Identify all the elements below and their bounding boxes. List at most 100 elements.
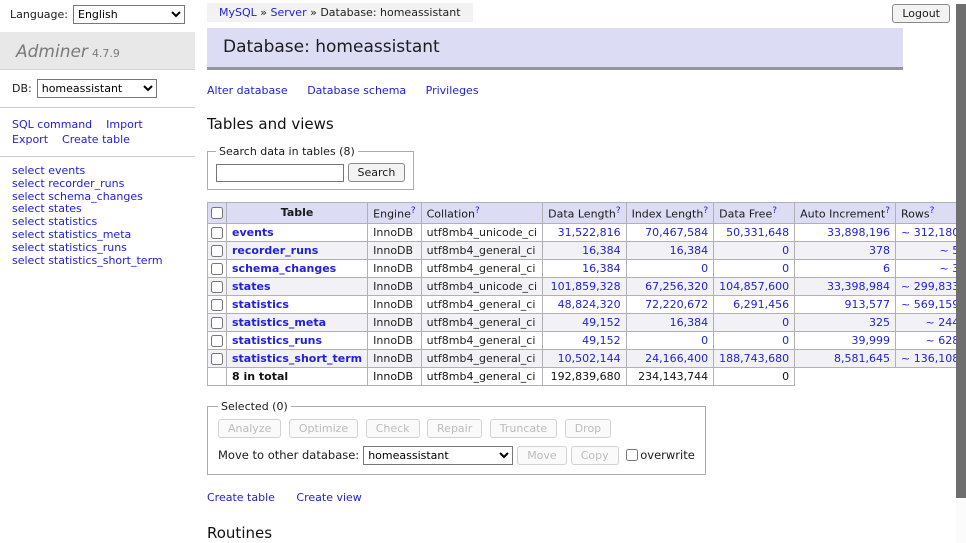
index-length-link[interactable]: 70,467,584 xyxy=(645,226,708,239)
index-length-link[interactable]: 16,384 xyxy=(670,316,709,329)
row-checkbox[interactable] xyxy=(211,263,223,275)
data-length-link[interactable]: 16,384 xyxy=(582,262,621,275)
data-length-link[interactable]: 16,384 xyxy=(582,244,621,257)
table-name-link[interactable]: schema_changes xyxy=(232,262,336,275)
collation-help-link[interactable]: ? xyxy=(475,206,480,216)
index-length-help-link[interactable]: ? xyxy=(703,206,708,216)
rows-link[interactable]: ~ 312,180 xyxy=(901,226,959,239)
index-length-link[interactable]: 72,220,672 xyxy=(645,298,708,311)
sidebar-select-link[interactable]: select xyxy=(12,228,45,241)
data-free-link[interactable]: 0 xyxy=(782,244,789,257)
sidebar-select-link[interactable]: select xyxy=(12,164,45,177)
table-name-link[interactable]: events xyxy=(232,226,274,239)
sidebar-table-link[interactable]: recorder_runs xyxy=(48,177,124,190)
data-length-link[interactable]: 48,824,320 xyxy=(558,298,621,311)
sidebar-table-link[interactable]: statistics xyxy=(48,215,97,228)
data-free-link[interactable]: 50,331,648 xyxy=(726,226,789,239)
auto-increment-link[interactable]: 378 xyxy=(869,244,890,257)
auto-increment-link[interactable]: 913,577 xyxy=(845,298,891,311)
rows-link[interactable]: ~ 299,833 xyxy=(901,280,959,293)
sidebar-table-link[interactable]: states xyxy=(48,202,82,215)
auto-increment-link[interactable]: 6 xyxy=(883,262,890,275)
auto-increment-link[interactable]: 325 xyxy=(869,316,890,329)
table-name-link[interactable]: recorder_runs xyxy=(232,244,318,257)
sidebar-select-link[interactable]: select xyxy=(12,190,45,203)
db-select[interactable]: homeassistant xyxy=(37,79,157,98)
engine-help-link[interactable]: ? xyxy=(411,206,416,216)
data-length-link[interactable]: 49,152 xyxy=(582,316,621,329)
row-checkbox[interactable] xyxy=(211,227,223,239)
sidebar-table-link[interactable]: schema_changes xyxy=(48,190,143,203)
data-free-link[interactable]: 6,291,456 xyxy=(733,298,789,311)
table-name-link[interactable]: statistics xyxy=(232,298,289,311)
rows-link[interactable]: ~ 244 xyxy=(925,316,959,329)
language-select[interactable]: English xyxy=(73,5,185,24)
sidebar-select-link[interactable]: select xyxy=(12,241,45,254)
create-table-link[interactable]: Create table xyxy=(207,491,275,504)
drop-button[interactable]: Drop xyxy=(565,419,611,438)
auto-increment-help-link[interactable]: ? xyxy=(885,206,890,216)
table-name-link[interactable]: states xyxy=(232,280,271,293)
sidebar-select-link[interactable]: select xyxy=(12,202,45,215)
breadcrumb-server-link[interactable]: Server xyxy=(271,6,307,19)
search-input[interactable] xyxy=(216,164,344,182)
rows-link[interactable]: ~ 136,108 xyxy=(901,352,959,365)
sidebar-link-create-table[interactable]: Create table xyxy=(62,133,130,146)
index-length-link[interactable]: 0 xyxy=(701,334,708,347)
truncate-button[interactable]: Truncate xyxy=(490,419,557,438)
index-length-link[interactable]: 24,166,400 xyxy=(645,352,708,365)
auto-increment-link[interactable]: 8,581,645 xyxy=(834,352,890,365)
sidebar-table-link[interactable]: statistics_runs xyxy=(48,241,127,254)
row-checkbox[interactable] xyxy=(211,245,223,257)
row-checkbox[interactable] xyxy=(211,353,223,365)
data-free-link[interactable]: 0 xyxy=(782,262,789,275)
sidebar-select-link[interactable]: select xyxy=(12,177,45,190)
overwrite-checkbox[interactable] xyxy=(626,449,638,461)
data-length-help-link[interactable]: ? xyxy=(616,206,621,216)
scrollbar-thumb[interactable] xyxy=(956,4,966,498)
index-length-link[interactable]: 16,384 xyxy=(670,244,709,257)
data-length-link[interactable]: 10,502,144 xyxy=(558,352,621,365)
repair-button[interactable]: Repair xyxy=(427,419,482,438)
auto-increment-link[interactable]: 33,898,196 xyxy=(827,226,890,239)
alter-database-link[interactable]: Alter database xyxy=(207,84,288,97)
row-checkbox[interactable] xyxy=(211,335,223,347)
rows-link[interactable]: ~ 569,159 xyxy=(901,298,959,311)
create-view-link[interactable]: Create view xyxy=(296,491,361,504)
data-free-link[interactable]: 104,857,600 xyxy=(719,280,789,293)
check-button[interactable]: Check xyxy=(366,419,420,438)
sidebar-table-link[interactable]: statistics_meta xyxy=(48,228,131,241)
breadcrumb-mysql-link[interactable]: MySQL xyxy=(219,6,257,19)
sidebar-select-link[interactable]: select xyxy=(12,254,45,267)
auto-increment-link[interactable]: 39,999 xyxy=(852,334,891,347)
select-all-checkbox[interactable] xyxy=(211,207,223,219)
rows-help-link[interactable]: ? xyxy=(930,206,935,216)
row-checkbox[interactable] xyxy=(211,299,223,311)
database-schema-link[interactable]: Database schema xyxy=(307,84,406,97)
table-name-link[interactable]: statistics_short_term xyxy=(232,352,362,365)
data-free-help-link[interactable]: ? xyxy=(772,206,777,216)
sidebar-link-export[interactable]: Export xyxy=(12,133,48,146)
privileges-link[interactable]: Privileges xyxy=(426,84,479,97)
scrollbar-track[interactable] xyxy=(956,0,966,543)
table-name-link[interactable]: statistics_meta xyxy=(232,316,326,329)
analyze-button[interactable]: Analyze xyxy=(218,419,281,438)
row-checkbox[interactable] xyxy=(211,281,223,293)
sidebar-table-link[interactable]: events xyxy=(48,164,85,177)
sidebar-table-link[interactable]: statistics_short_term xyxy=(48,254,162,267)
table-name-link[interactable]: statistics_runs xyxy=(232,334,322,347)
index-length-link[interactable]: 67,256,320 xyxy=(645,280,708,293)
sidebar-link-sql-command[interactable]: SQL command xyxy=(12,118,92,131)
sidebar-select-link[interactable]: select xyxy=(12,215,45,228)
move-database-select[interactable]: homeassistant xyxy=(363,446,513,465)
sidebar-link-import[interactable]: Import xyxy=(106,118,143,131)
data-length-link[interactable]: 101,859,328 xyxy=(551,280,621,293)
optimize-button[interactable]: Optimize xyxy=(289,419,358,438)
data-free-link[interactable]: 188,743,680 xyxy=(719,352,789,365)
data-length-link[interactable]: 49,152 xyxy=(582,334,621,347)
data-free-link[interactable]: 0 xyxy=(782,316,789,329)
data-length-link[interactable]: 31,522,816 xyxy=(558,226,621,239)
index-length-link[interactable]: 0 xyxy=(701,262,708,275)
row-checkbox[interactable] xyxy=(211,317,223,329)
move-button[interactable]: Move xyxy=(517,446,567,465)
